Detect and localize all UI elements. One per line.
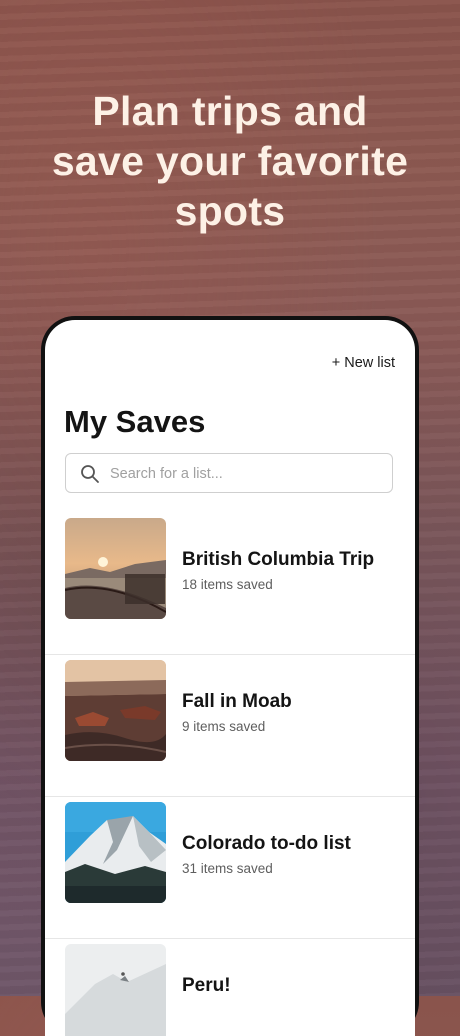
app-screen: + New list My Saves Search for a list...… xyxy=(45,320,415,1036)
list-title: British Columbia Trip xyxy=(182,549,375,570)
list-item-count: 9 items saved xyxy=(182,719,266,734)
list-thumbnail-image xyxy=(65,518,166,619)
search-icon xyxy=(81,465,99,483)
list-thumbnail-image xyxy=(65,660,166,761)
marketing-headline: Plan trips and save your favorite spots xyxy=(0,86,460,236)
search-box[interactable] xyxy=(65,453,393,493)
page-title: My Saves xyxy=(64,404,206,439)
search-input[interactable] xyxy=(108,454,384,493)
list-item[interactable]: Colorado to-do list 31 items saved xyxy=(45,797,415,939)
list-thumbnail-image xyxy=(65,944,166,1036)
list-title: Peru! xyxy=(182,975,231,996)
phone-frame: + New list My Saves Search for a list...… xyxy=(41,316,419,1036)
list-title: Fall in Moab xyxy=(182,691,292,712)
headline-line-3: spots xyxy=(174,188,286,234)
list-thumbnail-image xyxy=(65,802,166,903)
headline-line-1: Plan trips and xyxy=(92,88,368,134)
new-list-button[interactable]: + New list xyxy=(332,355,395,371)
list-title: Colorado to-do list xyxy=(182,833,351,854)
list-item-count: 31 items saved xyxy=(182,861,273,876)
saved-lists: British Columbia Trip 18 items saved Fal… xyxy=(45,513,415,1036)
list-item[interactable]: Fall in Moab 9 items saved xyxy=(45,655,415,797)
list-item[interactable]: British Columbia Trip 18 items saved xyxy=(45,513,415,655)
list-item[interactable]: Peru! xyxy=(45,939,415,1036)
headline-line-2: save your favorite xyxy=(51,138,409,184)
list-item-count: 18 items saved xyxy=(182,577,273,592)
